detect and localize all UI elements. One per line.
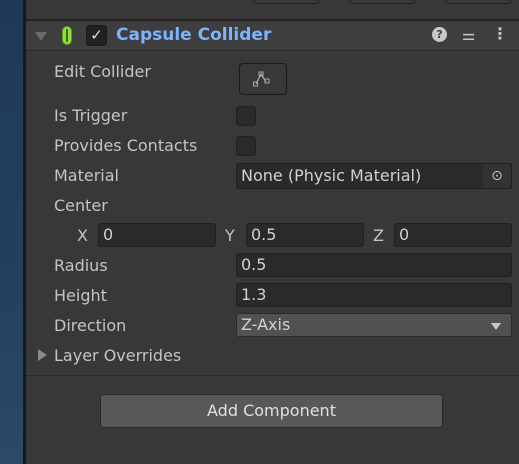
- capsule-collider-icon: [62, 26, 72, 45]
- direction-label: Direction: [54, 316, 127, 335]
- center-x-field[interactable]: 0: [98, 223, 216, 247]
- height-field[interactable]: 1.3: [236, 283, 512, 307]
- direction-dropdown[interactable]: Z-Axis: [236, 313, 512, 337]
- is-trigger-label: Is Trigger: [54, 106, 128, 125]
- center-x-label[interactable]: X: [77, 226, 88, 245]
- panel-divider[interactable]: [23, 0, 26, 464]
- center-y-field[interactable]: 0.5: [246, 223, 364, 247]
- center-y-label[interactable]: Y: [225, 226, 235, 245]
- layer-overrides-foldout[interactable]: Layer Overrides: [54, 346, 181, 365]
- direction-value: Z-Axis: [241, 315, 291, 334]
- scene-view-edge: [0, 0, 23, 464]
- material-label: Material: [54, 166, 119, 185]
- foldout-arrow-icon[interactable]: [35, 32, 47, 41]
- enabled-checkbox[interactable]: ✓: [86, 25, 107, 46]
- kebab-menu-icon[interactable]: ⋮: [492, 24, 508, 43]
- component-header[interactable]: ✓ Capsule Collider ? ⚌ ⋮: [26, 21, 519, 51]
- top-button-1[interactable]: [253, 0, 319, 4]
- provides-contacts-label: Provides Contacts: [54, 136, 198, 155]
- edit-collider-button[interactable]: [239, 63, 287, 95]
- edit-collider-label: Edit Collider: [54, 62, 151, 81]
- provides-contacts-checkbox[interactable]: [236, 136, 256, 156]
- center-label: Center: [54, 196, 108, 215]
- edit-collider-icon: [253, 71, 270, 87]
- top-button-3[interactable]: [445, 0, 511, 4]
- top-button-2[interactable]: [349, 0, 415, 4]
- center-z-label[interactable]: Z: [373, 226, 384, 245]
- presets-icon[interactable]: ⚌: [462, 26, 475, 44]
- height-label[interactable]: Height: [54, 286, 107, 305]
- divider: [26, 375, 519, 376]
- is-trigger-checkbox[interactable]: [236, 106, 256, 126]
- material-value: None (Physic Material): [241, 166, 422, 185]
- chevron-down-icon: [491, 323, 501, 330]
- help-icon[interactable]: ?: [432, 27, 447, 42]
- radius-field[interactable]: 0.5: [236, 253, 512, 277]
- add-component-button[interactable]: Add Component: [100, 394, 443, 428]
- radius-label[interactable]: Radius: [54, 256, 108, 275]
- component-title: Capsule Collider: [116, 25, 272, 45]
- center-z-field[interactable]: 0: [394, 223, 512, 247]
- foldout-right-icon[interactable]: [38, 349, 47, 361]
- material-field[interactable]: None (Physic Material) ⊙: [236, 163, 512, 189]
- object-picker-icon[interactable]: ⊙: [483, 164, 511, 188]
